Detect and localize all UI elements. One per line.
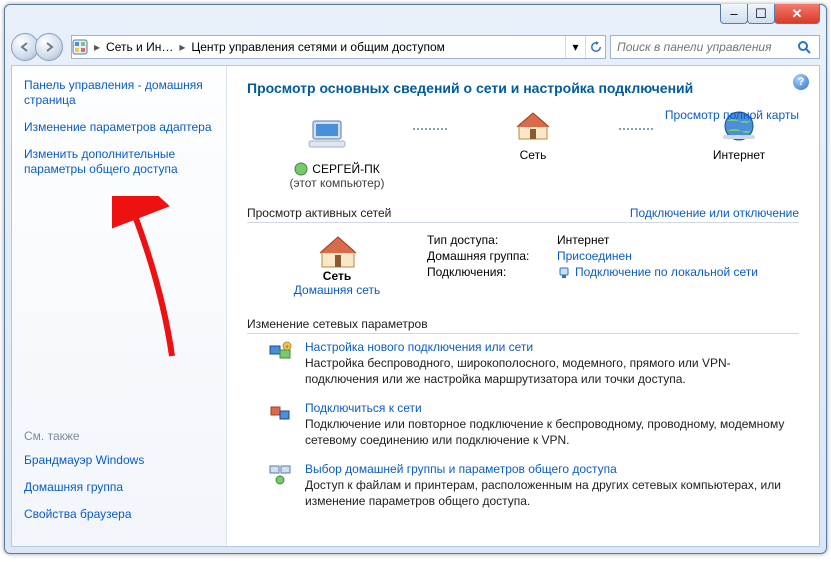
- map-network: Сеть: [483, 108, 583, 162]
- house-icon: [317, 231, 357, 271]
- refresh-button[interactable]: [585, 36, 605, 58]
- arrow-right-icon: [42, 40, 56, 54]
- refresh-icon: [590, 41, 602, 53]
- house-icon: [515, 109, 551, 143]
- address-bar[interactable]: ▸ Сеть и Ин… ▸ Центр управления сетями и…: [71, 35, 606, 59]
- window-frame: – ☐ ✕ ▸ Сеть и Ин… ▸ Центр управления се…: [4, 4, 827, 554]
- homegroup-icon: [268, 462, 292, 486]
- access-type-label: Тип доступа:: [427, 233, 547, 247]
- change-settings-tasks: + Настройка нового подключения или сети …: [247, 334, 799, 510]
- change-settings-heading: Изменение сетевых параметров: [247, 317, 428, 331]
- search-icon: [797, 40, 819, 54]
- computer-name: СЕРГЕЙ-ПК: [312, 162, 379, 176]
- task-connect: Подключиться к сети Подключение или повт…: [267, 401, 799, 448]
- access-type-value: Интернет: [557, 233, 609, 247]
- window-controls: – ☐ ✕: [721, 4, 820, 24]
- search-input[interactable]: [611, 40, 797, 54]
- computer-sub: (этот компьютер): [277, 176, 397, 190]
- forward-button[interactable]: [35, 33, 63, 61]
- seealso-homegroup[interactable]: Домашняя группа: [24, 480, 214, 495]
- active-network-info: Тип доступа: Интернет Домашняя группа: П…: [427, 233, 799, 297]
- toolbar: ▸ Сеть и Ин… ▸ Центр управления сетями и…: [11, 33, 820, 61]
- change-settings-heading-row: Изменение сетевых параметров: [247, 313, 799, 334]
- map-internet-label: Интернет: [689, 148, 789, 162]
- close-button[interactable]: ✕: [774, 4, 820, 24]
- client-area: Панель управления - домашняя страница Из…: [11, 65, 820, 547]
- help-icon[interactable]: ?: [793, 74, 809, 90]
- search-box[interactable]: [610, 35, 820, 59]
- connect-icon: [268, 401, 292, 425]
- seealso-browser[interactable]: Свойства браузера: [24, 507, 214, 522]
- sidebar-task-adapter[interactable]: Изменение параметров адаптера: [24, 120, 214, 135]
- new-connection-icon: +: [268, 340, 292, 364]
- view-full-map-link[interactable]: Просмотр полной карты: [665, 108, 799, 122]
- task-new-connection: + Настройка нового подключения или сети …: [267, 340, 799, 387]
- task-new-connection-desc: Настройка беспроводного, широкополосного…: [305, 356, 799, 387]
- connections-label: Подключения:: [427, 265, 547, 279]
- task-connect-desc: Подключение или повторное подключение к …: [305, 417, 799, 448]
- computer-name-row: СЕРГЕЙ-ПК: [277, 162, 397, 176]
- arrow-left-icon: [18, 40, 32, 54]
- map-computer: [277, 117, 377, 153]
- seealso-firewall[interactable]: Брандмауэр Windows: [24, 453, 214, 468]
- task-homegroup-link[interactable]: Выбор домашней группы и параметров общег…: [305, 462, 617, 476]
- breadcrumb-segment[interactable]: Центр управления сетями и общим доступом: [185, 40, 451, 54]
- map-labels-row: СЕРГЕЙ-ПК (этот компьютер): [247, 162, 799, 190]
- active-network-name: Сеть: [267, 269, 407, 283]
- svg-text:+: +: [285, 344, 289, 351]
- nav-buttons: [11, 33, 67, 61]
- page-title: Просмотр основных сведений о сети и наст…: [247, 80, 799, 96]
- task-homegroup-desc: Доступ к файлам и принтерам, расположенн…: [305, 478, 799, 509]
- breadcrumb-segment[interactable]: Сеть и Ин…: [100, 40, 179, 54]
- computer-icon: [307, 117, 347, 153]
- connection-link[interactable]: Подключение по локальной сети: [575, 265, 758, 279]
- sidebar: Панель управления - домашняя страница Из…: [12, 66, 227, 546]
- map-network-label: Сеть: [483, 148, 583, 162]
- breadcrumb-dropdown[interactable]: ▾: [565, 36, 585, 58]
- sidebar-task-sharing[interactable]: Изменить дополнительные параметры общего…: [24, 147, 214, 177]
- lan-icon: [557, 266, 571, 280]
- maximize-button[interactable]: ☐: [747, 4, 775, 24]
- sidebar-task-home[interactable]: Панель управления - домашняя страница: [24, 78, 214, 108]
- active-network-block: Сеть Домашняя сеть Тип доступа: Интернет…: [247, 223, 799, 301]
- connect-disconnect-link[interactable]: Подключение или отключение: [630, 206, 799, 220]
- seealso-heading: См. также: [24, 429, 214, 443]
- task-connect-link[interactable]: Подключиться к сети: [305, 401, 422, 415]
- computer-small-icon: [294, 162, 308, 176]
- homegroup-label: Домашняя группа:: [427, 249, 547, 263]
- task-new-connection-link[interactable]: Настройка нового подключения или сети: [305, 340, 533, 354]
- minimize-button[interactable]: –: [720, 4, 748, 24]
- active-network-type[interactable]: Домашняя сеть: [294, 283, 380, 297]
- active-networks-heading: Просмотр активных сетей: [247, 206, 391, 220]
- task-homegroup: Выбор домашней группы и параметров общег…: [267, 462, 799, 509]
- active-networks-heading-row: Просмотр активных сетей Подключение или …: [247, 202, 799, 223]
- control-panel-icon: [72, 39, 94, 55]
- network-map: Сеть Интернет Просмотр полной карты: [247, 104, 799, 162]
- main-panel: ? Просмотр основных сведений о сети и на…: [227, 66, 819, 546]
- homegroup-value[interactable]: Присоединен: [557, 249, 632, 263]
